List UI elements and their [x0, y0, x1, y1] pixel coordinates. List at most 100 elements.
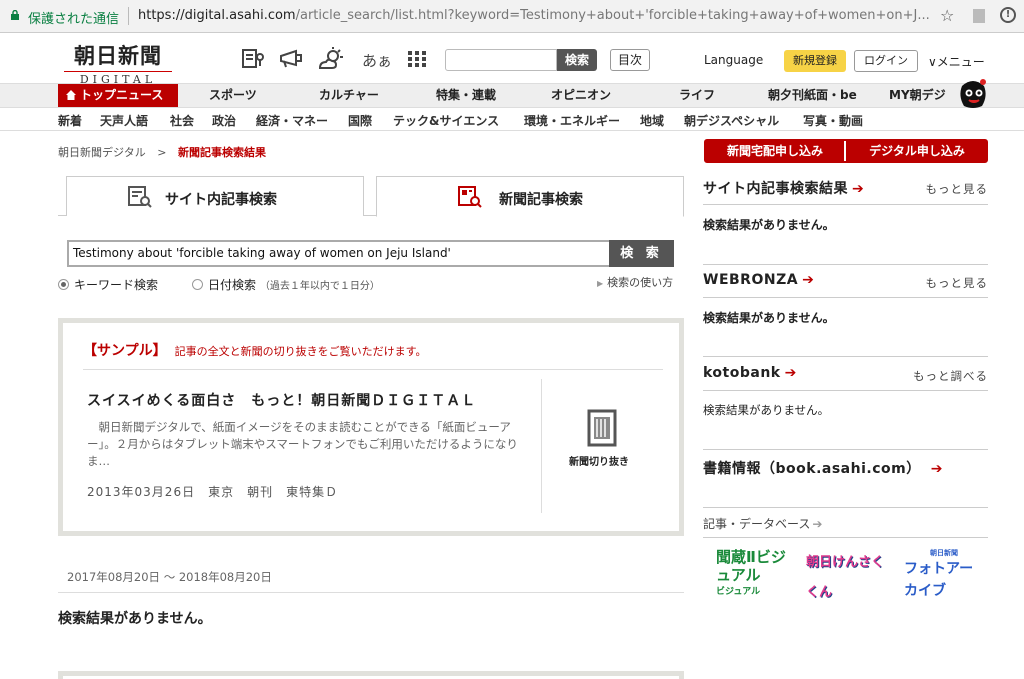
nav-top-news[interactable]: トップニュース	[58, 84, 178, 107]
radio-checked-icon	[58, 279, 69, 290]
next-content-box	[58, 671, 684, 679]
grid-icon[interactable]	[404, 47, 430, 71]
sample-article-title[interactable]: スイスイめくる面白さ もっと！朝日新聞ＤＩＧＩＴＡＬ	[87, 390, 476, 410]
newspaper-icon[interactable]	[240, 47, 266, 71]
search-button[interactable]: 検 索	[609, 240, 674, 267]
sample-article-meta: 2013年03月26日 東京 朝刊 東特集Ｄ	[87, 485, 339, 499]
sidebar-empty-message: 検索結果がありません。	[703, 403, 830, 417]
subnav-item[interactable]: 経済・マネー	[256, 112, 328, 129]
language-link[interactable]: Language	[704, 53, 763, 67]
arrow-right-icon: ➔	[812, 517, 823, 531]
more-link[interactable]: もっと見る	[926, 275, 989, 291]
megaphone-icon[interactable]	[278, 47, 304, 71]
triangle-right-icon: ▶	[597, 279, 604, 288]
info-icon[interactable]: !	[1000, 7, 1016, 23]
database-title[interactable]: 記事・データベース ➔	[703, 515, 822, 532]
lock-icon	[11, 10, 19, 20]
login-button[interactable]: ログイン	[854, 50, 918, 72]
menu-button[interactable]: ∨メニュー	[928, 53, 985, 70]
divider	[83, 369, 663, 370]
date-range: 2017年08月20日 ～ 2018年08月20日	[67, 570, 272, 584]
chevron-down-icon: ∨	[928, 55, 937, 69]
radio-keyword-search[interactable]: キーワード検索	[58, 276, 158, 293]
breadcrumb-separator: >	[157, 146, 167, 159]
subnav-item[interactable]: 環境・エネルギー	[524, 112, 620, 129]
divider	[541, 379, 542, 513]
weather-icon[interactable]	[318, 47, 344, 71]
kensakukun-logo[interactable]: 朝日けんさくくん	[806, 548, 886, 600]
divider	[703, 537, 988, 538]
divider	[703, 449, 988, 450]
kikuzo-logo-caption: ビジュアル	[716, 587, 761, 597]
nav-features[interactable]: 特集・連載	[436, 84, 496, 107]
secure-label: 保護された通信	[28, 12, 120, 27]
sidebar-site-results-title[interactable]: サイト内記事検索結果 ➔	[703, 178, 864, 198]
nav-opinion[interactable]: オピニオン	[551, 84, 611, 107]
subnav-item[interactable]: 写真・動画	[803, 112, 863, 129]
menu-label: メニュー	[936, 55, 985, 69]
more-link[interactable]: もっと調べる	[913, 368, 988, 384]
subnav-item[interactable]: 新着	[58, 112, 82, 129]
search-howto-link[interactable]: ▶ 検索の使い方	[597, 274, 673, 290]
subnav-item[interactable]: 地域	[640, 112, 664, 129]
section-title-text: サイト内記事検索結果	[703, 181, 848, 197]
sidebar-kotobank-title[interactable]: kotobank ➔	[703, 365, 797, 381]
divider	[703, 356, 988, 357]
kensakukun-logo-text: 朝日けんさくくん	[806, 555, 885, 600]
subnav-item[interactable]: 政治	[212, 112, 236, 129]
divider	[703, 264, 988, 265]
radio-date-search[interactable]: 日付検索 （過去１年以内で１日分）	[192, 276, 380, 293]
delivery-apply-button[interactable]: 新聞宅配申し込み	[706, 141, 846, 161]
clipping-icon[interactable]	[585, 409, 619, 447]
extension-icon[interactable]	[973, 9, 985, 23]
digital-apply-button[interactable]: デジタル申し込み	[848, 141, 986, 161]
nav-paper[interactable]: 朝夕刊紙面・be	[768, 84, 857, 107]
nav-sports[interactable]: スポーツ	[209, 84, 257, 107]
nav-my-asadigi[interactable]: MY朝デジ	[889, 84, 946, 107]
divider	[703, 204, 988, 205]
sample-article-box: 【サンプル】 記事の全文と新聞の切り抜きをご覧いただけます。 スイスイめくる面白さ…	[58, 318, 684, 536]
more-link[interactable]: もっと見る	[926, 181, 989, 197]
photo-archive-logo[interactable]: 朝日新聞 フォトアーカイブ	[904, 548, 984, 599]
search-input[interactable]: Testimony about 'forcible taking away of…	[67, 240, 609, 267]
newspaper-search-icon	[458, 186, 482, 208]
address-separator	[128, 7, 129, 25]
contents-button[interactable]: 目次	[610, 49, 650, 71]
breadcrumb-home[interactable]: 朝日新聞デジタル	[58, 146, 146, 159]
sample-header: 【サンプル】 記事の全文と新聞の切り抜きをご覧いただけます。	[83, 340, 427, 360]
photo-archive-caption: 朝日新聞	[930, 549, 958, 557]
url-host: https://digital.asahi.com	[138, 8, 296, 23]
tab-site-search[interactable]: サイト内記事検索	[66, 176, 364, 216]
arrow-right-icon: ➔	[802, 272, 815, 288]
hiragana-icon[interactable]: あぁ	[362, 50, 392, 74]
subnav-item[interactable]: 国際	[348, 112, 372, 129]
sub-nav: 新着 天声人語 社会 政治 経済・マネー 国際 テック&サイエンス 環境・エネル…	[0, 109, 1024, 131]
section-title-text: 書籍情報（book.asahi.com）	[703, 461, 921, 477]
register-button[interactable]: 新規登録	[784, 50, 846, 72]
sidebar-book-title[interactable]: 書籍情報（book.asahi.com） ➔	[703, 458, 943, 478]
logo-jp: 朝日新聞	[74, 43, 162, 68]
section-title-text: kotobank	[703, 365, 781, 381]
site-logo[interactable]: 朝日新聞 DIGITAL	[64, 40, 172, 86]
sample-tag: 【サンプル】	[83, 343, 167, 359]
kikuzo-logo[interactable]: 聞蔵Ⅱビジュアル ビジュアル	[716, 548, 786, 597]
tab-news-search[interactable]: 新聞記事検索	[376, 176, 684, 217]
tab-news-label: 新聞記事検索	[499, 192, 583, 208]
radio-keyword-label: キーワード検索	[74, 278, 159, 292]
radio-date-label: 日付検索	[208, 278, 257, 292]
subnav-item[interactable]: 朝デジスペシャル	[684, 112, 779, 129]
header-search-input[interactable]	[445, 49, 557, 71]
bookmark-star-icon[interactable]: ☆	[940, 6, 954, 25]
subnav-item[interactable]: テック&サイエンス	[393, 112, 499, 129]
url-field[interactable]: https://digital.asahi.com/article_search…	[138, 8, 938, 23]
nav-life[interactable]: ライフ	[679, 84, 715, 107]
header-search-button[interactable]: 検索	[557, 49, 597, 71]
arrow-right-icon: ➔	[784, 365, 797, 381]
subnav-item[interactable]: 社会	[170, 112, 194, 129]
subnav-item[interactable]: 天声人語	[100, 112, 148, 129]
sidebar-empty-message: 検索結果がありません。	[703, 311, 835, 325]
sample-description: 記事の全文と新聞の切り抜きをご覧いただけます。	[174, 345, 427, 358]
nav-culture[interactable]: カルチャー	[319, 84, 379, 107]
mascot-icon	[960, 79, 986, 108]
sidebar-webronza-title[interactable]: WEBRONZA ➔	[703, 272, 814, 288]
